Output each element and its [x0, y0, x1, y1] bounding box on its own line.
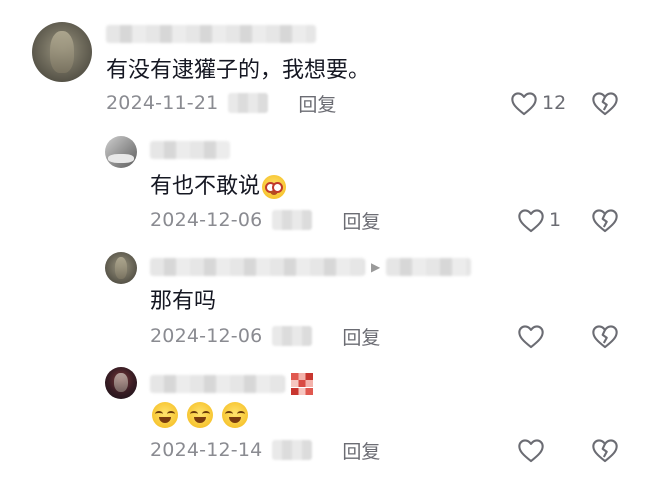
grin-emoji-icon [222, 402, 248, 428]
heart-outline-icon [517, 437, 545, 463]
avatar[interactable] [105, 252, 137, 284]
comment-text: 那有吗 [150, 289, 217, 314]
comment-text: 有也不敢说 [150, 172, 287, 202]
username-redacted[interactable] [150, 138, 230, 162]
broken-heart-icon [591, 437, 619, 463]
comment-meta: 2024-12-06 回复 [150, 205, 380, 235]
like-button[interactable] [517, 435, 545, 465]
like-button[interactable]: 1 [517, 205, 561, 235]
avatar[interactable] [105, 367, 137, 399]
broken-heart-icon [591, 323, 619, 349]
heart-outline-icon [517, 323, 545, 349]
reply-button[interactable]: 回复 [298, 90, 336, 117]
broken-heart-icon [591, 207, 619, 233]
avatar[interactable] [32, 22, 92, 82]
username-redacted[interactable]: ▶ [150, 255, 472, 279]
comment-meta: 2024-12-06 回复 [150, 321, 380, 351]
like-count: 1 [549, 209, 562, 231]
reply-button[interactable]: 回复 [342, 437, 380, 464]
comment-text: 有没有逮獾子的，我想要。 [106, 58, 371, 83]
reply-item: 有也不敢说 2024-12-06 回复 1 [0, 130, 650, 245]
dislike-button[interactable] [590, 205, 620, 235]
comment-date: 2024-12-06 [150, 325, 263, 347]
dislike-button[interactable] [590, 321, 620, 351]
broken-heart-icon [591, 90, 619, 116]
username-redacted[interactable] [106, 22, 316, 46]
heart-outline-icon [517, 207, 545, 233]
redacted-mosaic [291, 373, 313, 395]
comment-text [150, 402, 255, 428]
comment-meta: 2024-12-14 回复 [150, 435, 380, 465]
reply-button[interactable]: 回复 [342, 323, 380, 350]
like-button[interactable] [517, 321, 545, 351]
heart-outline-icon [510, 90, 538, 116]
like-count: 12 [542, 92, 567, 114]
comment-item: 有没有逮獾子的，我想要。 2024-11-21 回复 12 [0, 0, 650, 130]
redacted-time [272, 326, 313, 346]
grin-emoji-icon [187, 402, 213, 428]
avatar[interactable] [105, 136, 137, 168]
dislike-button[interactable] [590, 88, 620, 118]
grin-emoji-icon [152, 402, 178, 428]
reply-item: 2024-12-14 回复 [0, 360, 650, 481]
play-arrow-icon: ▶ [371, 260, 381, 274]
reply-item: ▶ 那有吗 2024-12-06 回复 [0, 245, 650, 360]
comment-text-content: 有也不敢说 [150, 174, 261, 199]
comment-date: 2024-12-14 [150, 439, 263, 461]
redacted-time [272, 210, 313, 230]
like-button[interactable]: 12 [510, 88, 566, 118]
reply-button[interactable]: 回复 [342, 207, 380, 234]
redacted-time [228, 93, 269, 113]
username-redacted[interactable] [150, 372, 313, 396]
comment-date: 2024-11-21 [106, 92, 219, 114]
shocked-emoji-icon [262, 175, 287, 199]
comment-meta: 2024-11-21 回复 [106, 88, 336, 118]
dislike-button[interactable] [590, 435, 620, 465]
redacted-time [272, 440, 313, 460]
comment-date: 2024-12-06 [150, 209, 263, 231]
